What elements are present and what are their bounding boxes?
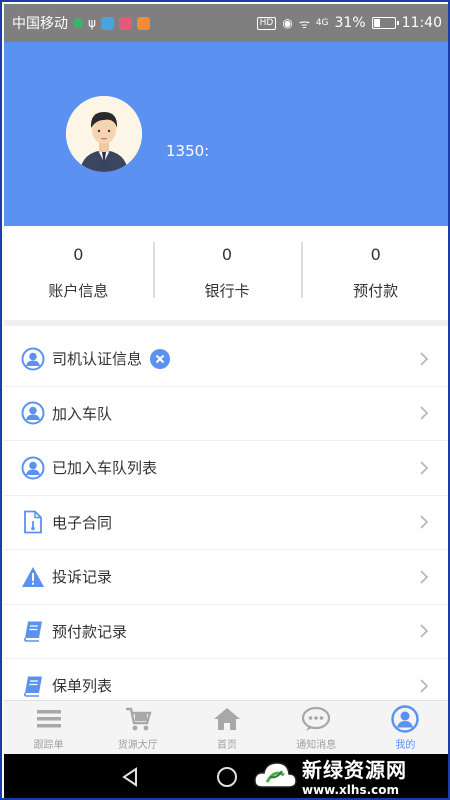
menu-item-driver-certification[interactable]: 司机认证信息 [4,332,448,387]
notification-icon [73,18,83,28]
menu-item-label: 电子合同 [52,513,113,532]
stat-bank-card[interactable]: 0 银行卡 [152,226,302,320]
tab-tracking[interactable]: 跟踪单 [4,701,93,754]
tab-mine[interactable]: 我的 [361,701,448,754]
user-icon [390,704,420,733]
stat-prepayment[interactable]: 0 预付款 [301,226,448,320]
document-icon [20,509,46,535]
chevron-right-icon [416,460,432,476]
watermark: 新绿资源网 www.xlhs.com [252,750,448,798]
home-icon [212,705,242,733]
watermark-title: 新绿资源网 [302,757,407,782]
menu-item-label: 预付款记录 [52,622,128,641]
stat-value: 0 [370,245,381,264]
battery-icon [371,17,399,29]
menu-item-prepayment-records[interactable]: 预付款记录 [4,605,448,659]
stat-value: 0 [73,245,84,264]
chevron-right-icon [416,678,432,694]
tab-label: 通知消息 [296,739,337,751]
eye-icon: ◉ [282,16,293,30]
watermark-url: www.xlhs.com [302,782,400,797]
close-icon [150,348,171,369]
watermark-logo [254,762,297,788]
account-stats: 0 账户信息 0 银行卡 0 预付款 [4,226,448,326]
carrier-label: 中国移动 [12,16,68,32]
stat-label: 账户信息 [48,282,109,300]
clock: 11:40 [401,15,442,31]
warning-icon [20,564,46,590]
user-icon [20,346,46,372]
user-icon [20,455,46,481]
menu-item-policy-list[interactable]: 保单列表 [4,659,448,700]
profile-header: 1350: [4,42,448,226]
cart-icon [123,705,153,733]
book-icon [20,618,46,644]
tab-label: 我的 [395,739,416,751]
app-notification-icon [118,16,132,30]
battery-percent: 31% [334,15,366,31]
menu-item-complaint-records[interactable]: 投诉记录 [4,550,448,605]
stat-label: 预付款 [353,282,399,300]
back-icon[interactable] [118,765,142,789]
avatar[interactable] [66,96,142,172]
user-icon [20,400,46,426]
bottom-tab-bar: 跟踪单 货源大厅 首页 通知消息 我的 [4,700,448,754]
book-icon [20,673,46,699]
chevron-right-icon [416,569,432,585]
hd-icon: HD [256,16,277,30]
tab-label: 跟踪单 [33,739,64,751]
tab-label: 货源大厅 [117,739,158,751]
chevron-right-icon [416,623,432,639]
list-icon [34,705,64,733]
menu-item-label: 保单列表 [52,677,113,696]
app-notification-icon [136,16,150,30]
usb-icon: ψ [88,16,96,30]
menu-item-label: 已加入车队列表 [52,459,158,478]
phone-screen: 中国移动 ψ HD ◉ ᯤ 4G 31% 11:40 1350: 0 账户信息 … [0,0,450,800]
signal-icon: 4G [315,18,329,28]
stat-label: 银行卡 [204,282,250,300]
tab-cargo-hall[interactable]: 货源大厅 [93,701,182,754]
menu-item-label: 司机认证信息 [52,350,143,369]
settings-menu: 司机认证信息 加入车队 已加入车队列表 电子合同 投诉记录 预付款记录 保单列表 [4,332,448,700]
menu-item-label: 投诉记录 [52,568,113,587]
phone-number: 1350: [166,142,210,160]
stat-value: 0 [221,245,233,264]
tab-home[interactable]: 首页 [182,701,271,754]
menu-item-joined-fleets[interactable]: 已加入车队列表 [4,441,448,496]
wifi-icon: ᯤ [298,16,310,31]
tab-notifications[interactable]: 通知消息 [272,701,361,754]
menu-item-label: 加入车队 [52,404,113,423]
tab-label: 首页 [217,739,237,751]
chevron-right-icon [416,514,432,530]
home-circle-icon[interactable] [215,765,239,789]
chat-icon [301,705,331,733]
stat-account-info[interactable]: 0 账户信息 [4,226,153,320]
menu-item-join-fleet[interactable]: 加入车队 [4,387,448,441]
status-bar: 中国移动 ψ HD ◉ ᯤ 4G 31% 11:40 [4,4,448,42]
chevron-right-icon [416,405,432,421]
app-notification-icon [100,16,114,30]
chevron-right-icon [416,351,432,367]
menu-item-e-contract[interactable]: 电子合同 [4,496,448,550]
